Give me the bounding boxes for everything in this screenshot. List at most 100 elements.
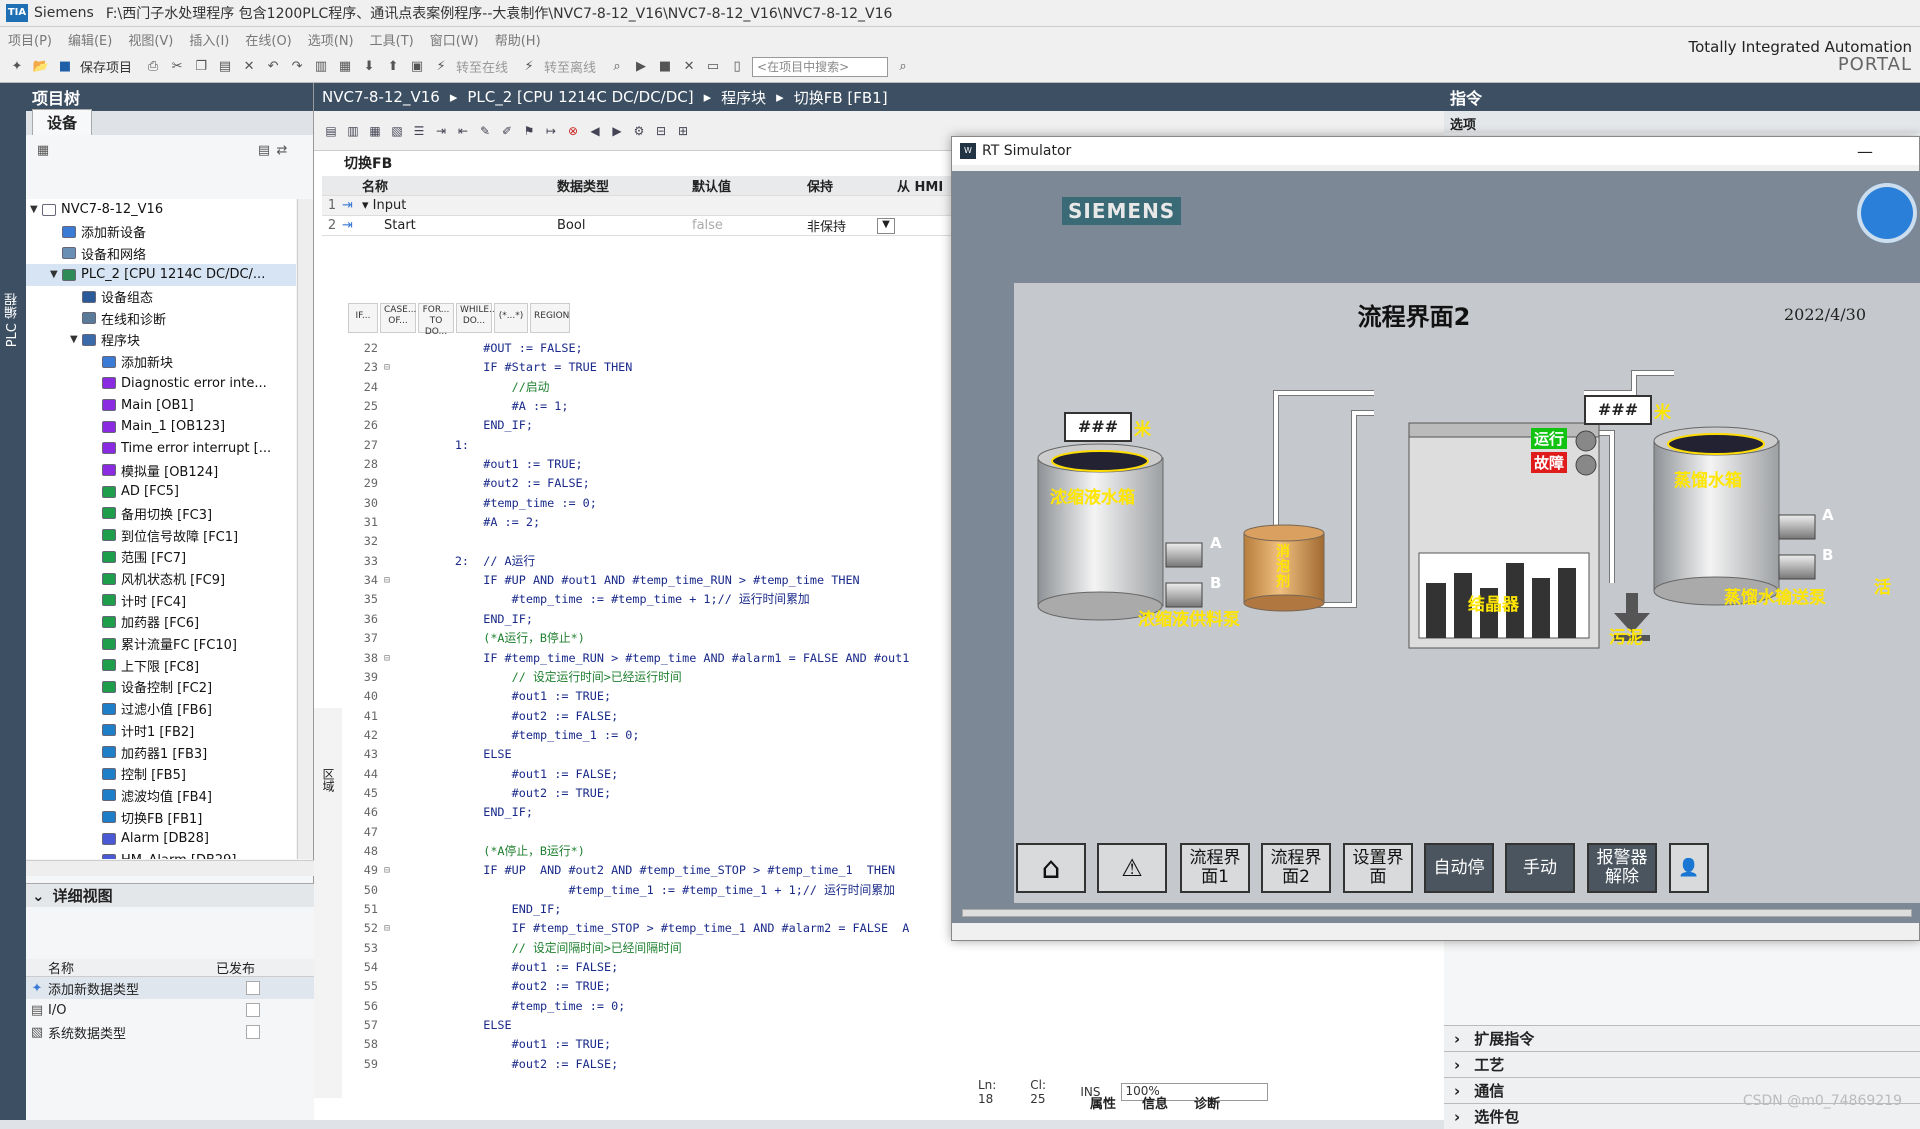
tree-item[interactable]: 过滤小值 [FB6] [26, 698, 296, 720]
tree-item[interactable]: 模拟量 [OB124] [26, 459, 296, 481]
tree-item[interactable]: Diagnostic error inte... [26, 373, 296, 395]
start-cpu-icon[interactable]: ▶ [632, 58, 650, 76]
search-go-icon[interactable]: ⌕ [894, 58, 912, 76]
go-online-button[interactable]: 转至在线 [456, 57, 508, 76]
next-error-icon[interactable]: ▶ [608, 122, 626, 140]
tree-item[interactable]: Main_1 [OB123] [26, 416, 296, 438]
indent-icon[interactable]: ⇥ [432, 122, 450, 140]
retain-dropdown-icon[interactable]: ▼ [877, 217, 895, 234]
copy-icon[interactable]: ❐ [192, 58, 210, 76]
nav-process1-button[interactable]: 流程界面1 [1180, 843, 1250, 893]
tree-item[interactable]: 计时 [FC4] [26, 589, 296, 611]
split-vertical-icon[interactable]: ▯ [728, 58, 746, 76]
tree-item[interactable]: 范围 [FC7] [26, 546, 296, 568]
menu-project[interactable]: 项目(P) [0, 30, 60, 49]
menu-options[interactable]: 选项(N) [300, 30, 362, 49]
menu-edit[interactable]: 编辑(E) [60, 30, 120, 49]
tree-item[interactable]: Main [OB1] [26, 394, 296, 416]
tree-item[interactable]: 添加新设备 [26, 221, 296, 243]
new-project-icon[interactable]: ✦ [8, 58, 26, 76]
breadcrumb-project[interactable]: NVC7-8-12_V16 [322, 88, 440, 106]
tree-vertical-scrollbar[interactable] [297, 199, 313, 859]
tree-view-icon[interactable]: ▤ [255, 141, 273, 159]
fold-toggle-icon[interactable]: ⊟ [384, 571, 398, 590]
fold-toggle-icon[interactable]: ⊟ [384, 919, 398, 938]
tree-item[interactable]: 到位信号故障 [FC1] [26, 524, 296, 546]
compile-icon[interactable]: ▦ [336, 58, 354, 76]
tree-item[interactable]: 切换FB [FB1] [26, 806, 296, 828]
alarm-view-button[interactable]: ⚠ [1097, 843, 1167, 893]
split-icon[interactable]: ▥ [312, 58, 330, 76]
outdent-icon[interactable]: ⇤ [454, 122, 472, 140]
minimize-icon[interactable]: — [1857, 142, 1873, 161]
prev-error-icon[interactable]: ◀ [586, 122, 604, 140]
paste-icon[interactable]: ▤ [216, 58, 234, 76]
menu-online[interactable]: 在线(O) [237, 30, 299, 49]
menu-insert[interactable]: 插入(I) [181, 30, 237, 49]
simulator-horizontal-scrollbar[interactable] [962, 909, 1912, 917]
format-icon[interactable]: ⚙ [630, 122, 648, 140]
detail-view-header[interactable]: ⌄ 详细视图 [26, 883, 314, 907]
cut-icon[interactable]: ✂ [168, 58, 186, 76]
tree-item[interactable]: 设备组态 [26, 286, 296, 308]
section-technology[interactable]: › 工艺 [1444, 1051, 1920, 1077]
collapse-all-icon[interactable]: ⊟ [652, 122, 670, 140]
tree-item[interactable]: HM_Alarm [DB29] [26, 850, 296, 859]
upload-icon[interactable]: ⬆ [384, 58, 402, 76]
tree-item[interactable]: 上下限 [FC8] [26, 654, 296, 676]
iface-row-default[interactable]: false [692, 218, 807, 233]
fold-toggle-icon[interactable]: ⊟ [384, 358, 398, 377]
tree-item[interactable]: 风机状态机 [FC9] [26, 568, 296, 590]
user-button[interactable]: 👤 [1669, 843, 1709, 893]
breadcrumb-block[interactable]: 切换FB [FB1] [794, 87, 888, 108]
iface-row-retain[interactable]: 非保持 [807, 216, 877, 235]
tab-info[interactable]: 信息 [1142, 1093, 1168, 1112]
expand-all-icon[interactable]: ⊞ [674, 122, 692, 140]
tree-item[interactable]: 设备控制 [FC2] [26, 676, 296, 698]
auto-stop-button[interactable]: 自动停 [1424, 843, 1494, 893]
split-horizontal-icon[interactable]: ▭ [704, 58, 722, 76]
undo-icon[interactable]: ↶ [264, 58, 282, 76]
error-icon[interactable]: ⊗ [564, 122, 582, 140]
comment-icon[interactable]: ✎ [476, 122, 494, 140]
tree-item[interactable]: 添加新块 [26, 351, 296, 373]
tree-item[interactable]: 累计流量FC [FC10] [26, 633, 296, 655]
scl-comment-button[interactable]: (*...*) [494, 303, 528, 333]
menu-tools[interactable]: 工具(T) [362, 30, 422, 49]
published-checkbox[interactable] [246, 981, 260, 995]
expand-arrow-icon[interactable]: ▼ [30, 204, 42, 215]
breadcrumb-plc[interactable]: PLC_2 [CPU 1214C DC/DC/DC] [467, 88, 693, 106]
bookmark-icon[interactable]: ⚑ [520, 122, 538, 140]
fold-toggle-icon[interactable]: ⊟ [384, 649, 398, 668]
tree-item[interactable]: 在线和诊断 [26, 307, 296, 329]
simulation-icon[interactable]: ▣ [408, 58, 426, 76]
download-icon[interactable]: ⬇ [360, 58, 378, 76]
alarm-reset-button[interactable]: 报警器解除 [1587, 843, 1657, 893]
redo-icon[interactable]: ↷ [288, 58, 306, 76]
scl-case-button[interactable]: CASE... OF... [380, 303, 416, 333]
goto-icon[interactable]: ↦ [542, 122, 560, 140]
tree-item[interactable]: ▼ NVC7-8-12_V16 [26, 199, 296, 221]
delete-network-icon[interactable]: ▥ [344, 122, 362, 140]
stop-cpu-icon[interactable]: ■ [656, 58, 674, 76]
go-offline-button[interactable]: 转至离线 [544, 57, 596, 76]
manual-button[interactable]: 手动 [1505, 843, 1575, 893]
tree-item[interactable]: 加药器1 [FB3] [26, 741, 296, 763]
iface-row-type[interactable]: Bool [557, 218, 692, 233]
section-extended[interactable]: › 扩展指令 [1444, 1025, 1920, 1051]
delete-icon[interactable]: ✕ [240, 58, 258, 76]
tree-item[interactable]: Time error interrupt [... [26, 438, 296, 460]
tree-item[interactable]: ▼ PLC_2 [CPU 1214C DC/DC/... [26, 264, 296, 286]
save-project-button[interactable]: 保存项目 [80, 57, 132, 76]
expand-arrow-icon[interactable]: ▼ [50, 269, 62, 280]
go-offline-icon[interactable]: ⚡ [520, 58, 538, 76]
project-search-input[interactable]: <在项目中搜索> [752, 56, 889, 77]
tree-item[interactable]: Alarm [DB28] [26, 828, 296, 850]
list-icon[interactable]: ☰ [410, 122, 428, 140]
tree-item[interactable]: AD [FC5] [26, 481, 296, 503]
tree-item[interactable]: 加药器 [FC6] [26, 611, 296, 633]
tab-properties[interactable]: 属性 [1090, 1093, 1116, 1112]
detail-row[interactable]: ▧ 系统数据类型 [26, 1021, 314, 1043]
save-icon[interactable]: ■ [56, 58, 74, 76]
iface-row-name[interactable]: Start [362, 218, 557, 233]
